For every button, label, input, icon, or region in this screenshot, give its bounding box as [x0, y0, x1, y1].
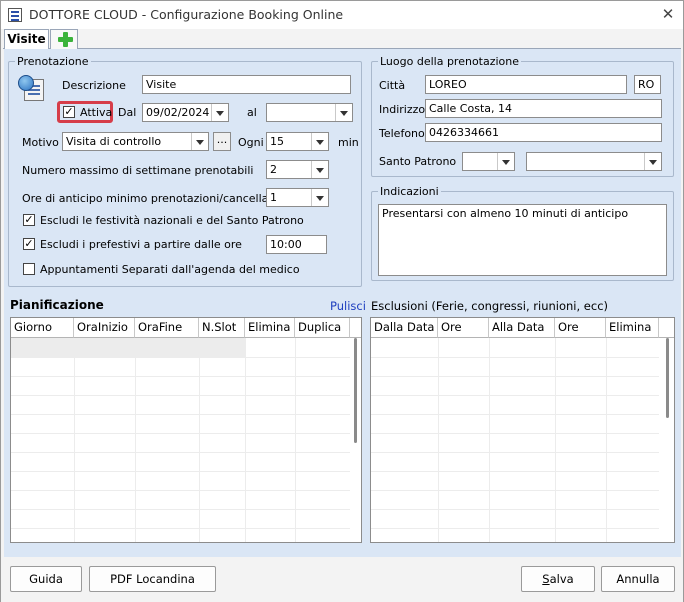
pianificazione-title: Pianificazione: [10, 298, 104, 312]
close-icon[interactable]: ✕: [656, 3, 680, 25]
dal-date-picker[interactable]: 09/02/2024: [142, 103, 229, 122]
festivita-label: Escludi le festività nazionali e del San…: [40, 214, 304, 227]
column-header[interactable]: OraFine: [135, 318, 199, 338]
settimane-label: Numero massimo di settimane prenotabili: [22, 164, 254, 177]
plus-icon: [58, 32, 73, 47]
guida-button[interactable]: Guida: [10, 566, 82, 592]
citta-input[interactable]: LOREO: [425, 75, 627, 94]
provincia-input[interactable]: RO: [634, 75, 661, 94]
indicazioni-legend: Indicazioni: [380, 185, 439, 198]
chevron-down-icon[interactable]: [311, 189, 328, 206]
esclusioni-grid[interactable]: Dalla Data Ore Alla Data Ore Elimina: [370, 317, 675, 543]
column-header[interactable]: N.Slot: [199, 318, 245, 338]
salva-button[interactable]: Salva: [521, 566, 595, 592]
motivo-select[interactable]: Visita di controllo: [62, 132, 209, 151]
app-window: DOTTORE CLOUD - Configurazione Booking O…: [0, 0, 684, 602]
chevron-down-icon[interactable]: [311, 133, 328, 150]
luogo-legend: Luogo della prenotazione: [380, 55, 520, 68]
button-bar: Guida PDF Locandina Salva Annulla: [1, 557, 683, 602]
column-header[interactable]: Duplica: [295, 318, 350, 338]
prefestivi-checkbox[interactable]: ✓: [23, 238, 35, 250]
ogni-select[interactable]: 15: [266, 132, 329, 151]
min-label: min: [338, 136, 359, 149]
tab-add[interactable]: [50, 29, 78, 49]
motivo-value: Visita di controllo: [66, 135, 162, 148]
chevron-down-icon[interactable]: [497, 153, 514, 170]
indicazioni-textarea[interactable]: Presentarsi con almeno 10 minuti di anti…: [378, 204, 667, 276]
prenotazione-legend: Prenotazione: [17, 55, 89, 68]
column-header[interactable]: Giorno: [11, 318, 74, 338]
motivo-label: Motivo: [22, 136, 59, 149]
pianificazione-grid[interactable]: Giorno OraInizio OraFine N.Slot Elimina …: [10, 317, 362, 543]
column-header[interactable]: Elimina: [245, 318, 295, 338]
prefestivi-time-input[interactable]: 10:00: [266, 235, 327, 254]
santo-day-select[interactable]: [462, 152, 515, 171]
motivo-browse-button[interactable]: ...: [213, 132, 231, 151]
column-header[interactable]: Ore: [438, 318, 489, 338]
pulisci-link[interactable]: Pulisci: [330, 299, 366, 313]
telefono-label: Telefono: [379, 127, 425, 140]
settimane-select[interactable]: 2: [266, 160, 329, 179]
descrizione-label: Descrizione: [62, 79, 126, 92]
chevron-down-icon[interactable]: [311, 161, 328, 178]
app-table-icon: [8, 8, 22, 22]
column-header[interactable]: Ore: [555, 318, 606, 338]
esclusioni-title: Esclusioni (Ferie, congressi, riunioni, …: [371, 299, 609, 313]
indirizzo-input[interactable]: Calle Costa, 14: [425, 99, 662, 118]
citta-label: Città: [379, 79, 406, 92]
dal-label: Dal: [118, 106, 137, 119]
pdf-locandina-button[interactable]: PDF Locandina: [89, 566, 216, 592]
prefestivi-label: Escludi i prefestivi a partire dalle ore: [40, 238, 242, 251]
tab-strip: Visite: [3, 29, 681, 50]
separati-label: Appuntamenti Separati dall'agenda del me…: [40, 263, 300, 276]
annulla-button[interactable]: Annulla: [601, 566, 675, 592]
scrollbar[interactable]: [354, 338, 357, 443]
santo-patrono-label: Santo Patrono: [379, 155, 457, 168]
indirizzo-label: Indirizzo: [379, 103, 426, 116]
ogni-value: 15: [270, 135, 284, 148]
settimane-value: 2: [270, 163, 277, 176]
window-title: DOTTORE CLOUD - Configurazione Booking O…: [29, 7, 344, 22]
column-header[interactable]: Alla Data: [489, 318, 555, 338]
chevron-down-icon[interactable]: [211, 104, 228, 121]
chevron-down-icon[interactable]: [644, 153, 661, 170]
al-date-picker[interactable]: [266, 103, 353, 122]
dal-value: 09/02/2024: [146, 106, 210, 119]
attiva-checkbox[interactable]: ✓: [63, 106, 75, 118]
chevron-down-icon[interactable]: [335, 104, 352, 121]
title-bar: DOTTORE CLOUD - Configurazione Booking O…: [1, 1, 683, 29]
ogni-label: Ogni: [238, 136, 264, 149]
anticipo-select[interactable]: 1: [266, 188, 329, 207]
main-panel: Prenotazione Descrizione Visite ✓ Attiva…: [4, 49, 681, 557]
selected-row[interactable]: [11, 338, 245, 357]
festivita-checkbox[interactable]: ✓: [23, 214, 35, 226]
anticipo-value: 1: [270, 191, 277, 204]
scrollbar[interactable]: [666, 338, 669, 418]
salva-label: alva: [549, 572, 574, 586]
al-label: al: [247, 106, 257, 119]
salva-mnemonic: S: [542, 572, 550, 586]
column-header[interactable]: Elimina: [606, 318, 659, 338]
separati-checkbox[interactable]: [23, 263, 35, 275]
chevron-down-icon[interactable]: [191, 133, 208, 150]
column-header[interactable]: Dalla Data: [371, 318, 438, 338]
telefono-input[interactable]: 0426334661: [425, 123, 662, 142]
anticipo-label: Ore di anticipo minimo prenotazioni/canc…: [22, 192, 294, 205]
santo-month-select[interactable]: [526, 152, 662, 171]
descrizione-input[interactable]: Visite: [142, 75, 351, 94]
attiva-label: Attiva: [80, 106, 113, 119]
tab-visite[interactable]: Visite: [4, 29, 49, 50]
column-header[interactable]: OraInizio: [74, 318, 135, 338]
notebook-icon: [18, 75, 48, 105]
